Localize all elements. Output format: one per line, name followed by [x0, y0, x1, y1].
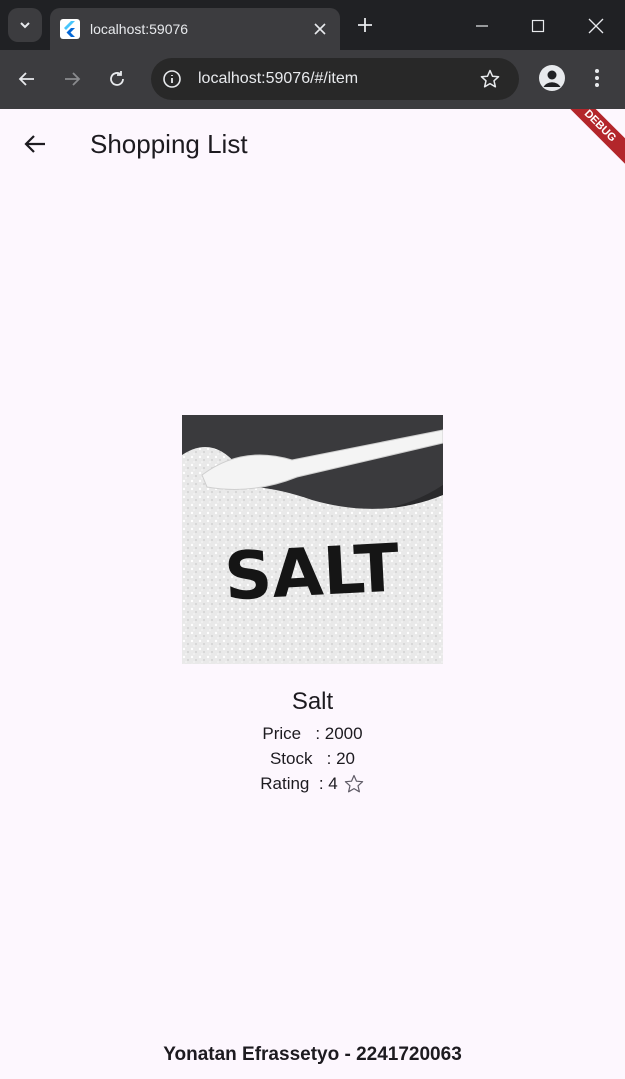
price-row: Price : 2000	[0, 724, 625, 744]
arrow-right-icon	[65, 72, 81, 86]
site-info-icon[interactable]	[160, 67, 184, 91]
minimize-icon	[476, 25, 488, 27]
product-image: SALT	[182, 415, 443, 664]
tab-search-button[interactable]	[8, 8, 42, 42]
footer-author: Yonatan Efrassetyo - 2241720063	[163, 1044, 462, 1065]
price-label: Price	[262, 724, 316, 743]
forward-nav-button[interactable]	[59, 66, 85, 92]
profile-avatar-icon[interactable]	[539, 65, 565, 91]
bookmark-star-icon[interactable]	[477, 66, 503, 92]
flutter-favicon-icon	[60, 19, 80, 39]
salt-text-in-image: SALT	[223, 529, 402, 615]
stock-value: : 20	[326, 749, 356, 768]
tab-title: localhost:59076	[90, 21, 189, 37]
rating-value: : 4	[318, 774, 338, 793]
app-viewport: Shopping List DEBUG SALT Salt Price : 20…	[0, 109, 625, 1079]
arrow-back-icon	[24, 135, 45, 153]
arrow-left-icon	[18, 72, 34, 86]
browser-tab[interactable]: localhost:59076	[50, 8, 340, 50]
url-text[interactable]: localhost:59076/#/item	[198, 70, 477, 88]
minimize-button[interactable]	[468, 12, 496, 40]
plus-icon	[358, 18, 372, 32]
back-nav-button[interactable]	[14, 66, 40, 92]
browser-tab-bar: localhost:59076	[0, 0, 625, 50]
maximize-button[interactable]	[524, 12, 552, 40]
rating-row: Rating : 4	[0, 773, 625, 795]
app-bar: Shopping List	[0, 109, 625, 179]
close-tab-icon[interactable]	[308, 17, 332, 41]
address-bar[interactable]: localhost:59076/#/item	[151, 58, 519, 100]
stock-label: Stock	[269, 749, 327, 768]
close-window-button[interactable]	[582, 12, 610, 40]
product-name: Salt	[291, 688, 334, 715]
browser-menu-icon[interactable]	[584, 65, 610, 91]
new-tab-button[interactable]	[352, 12, 378, 38]
reload-button[interactable]	[104, 66, 130, 92]
close-icon	[588, 18, 604, 34]
reload-icon	[110, 71, 124, 86]
price-value: : 2000	[315, 724, 363, 743]
back-button[interactable]	[18, 127, 52, 161]
page-title: Shopping List	[90, 129, 248, 159]
maximize-icon	[531, 19, 545, 33]
rating-label: Rating	[260, 774, 319, 793]
star-outline-icon	[343, 773, 365, 795]
stock-row: Stock : 20	[0, 749, 625, 769]
chevron-down-icon	[20, 22, 30, 29]
